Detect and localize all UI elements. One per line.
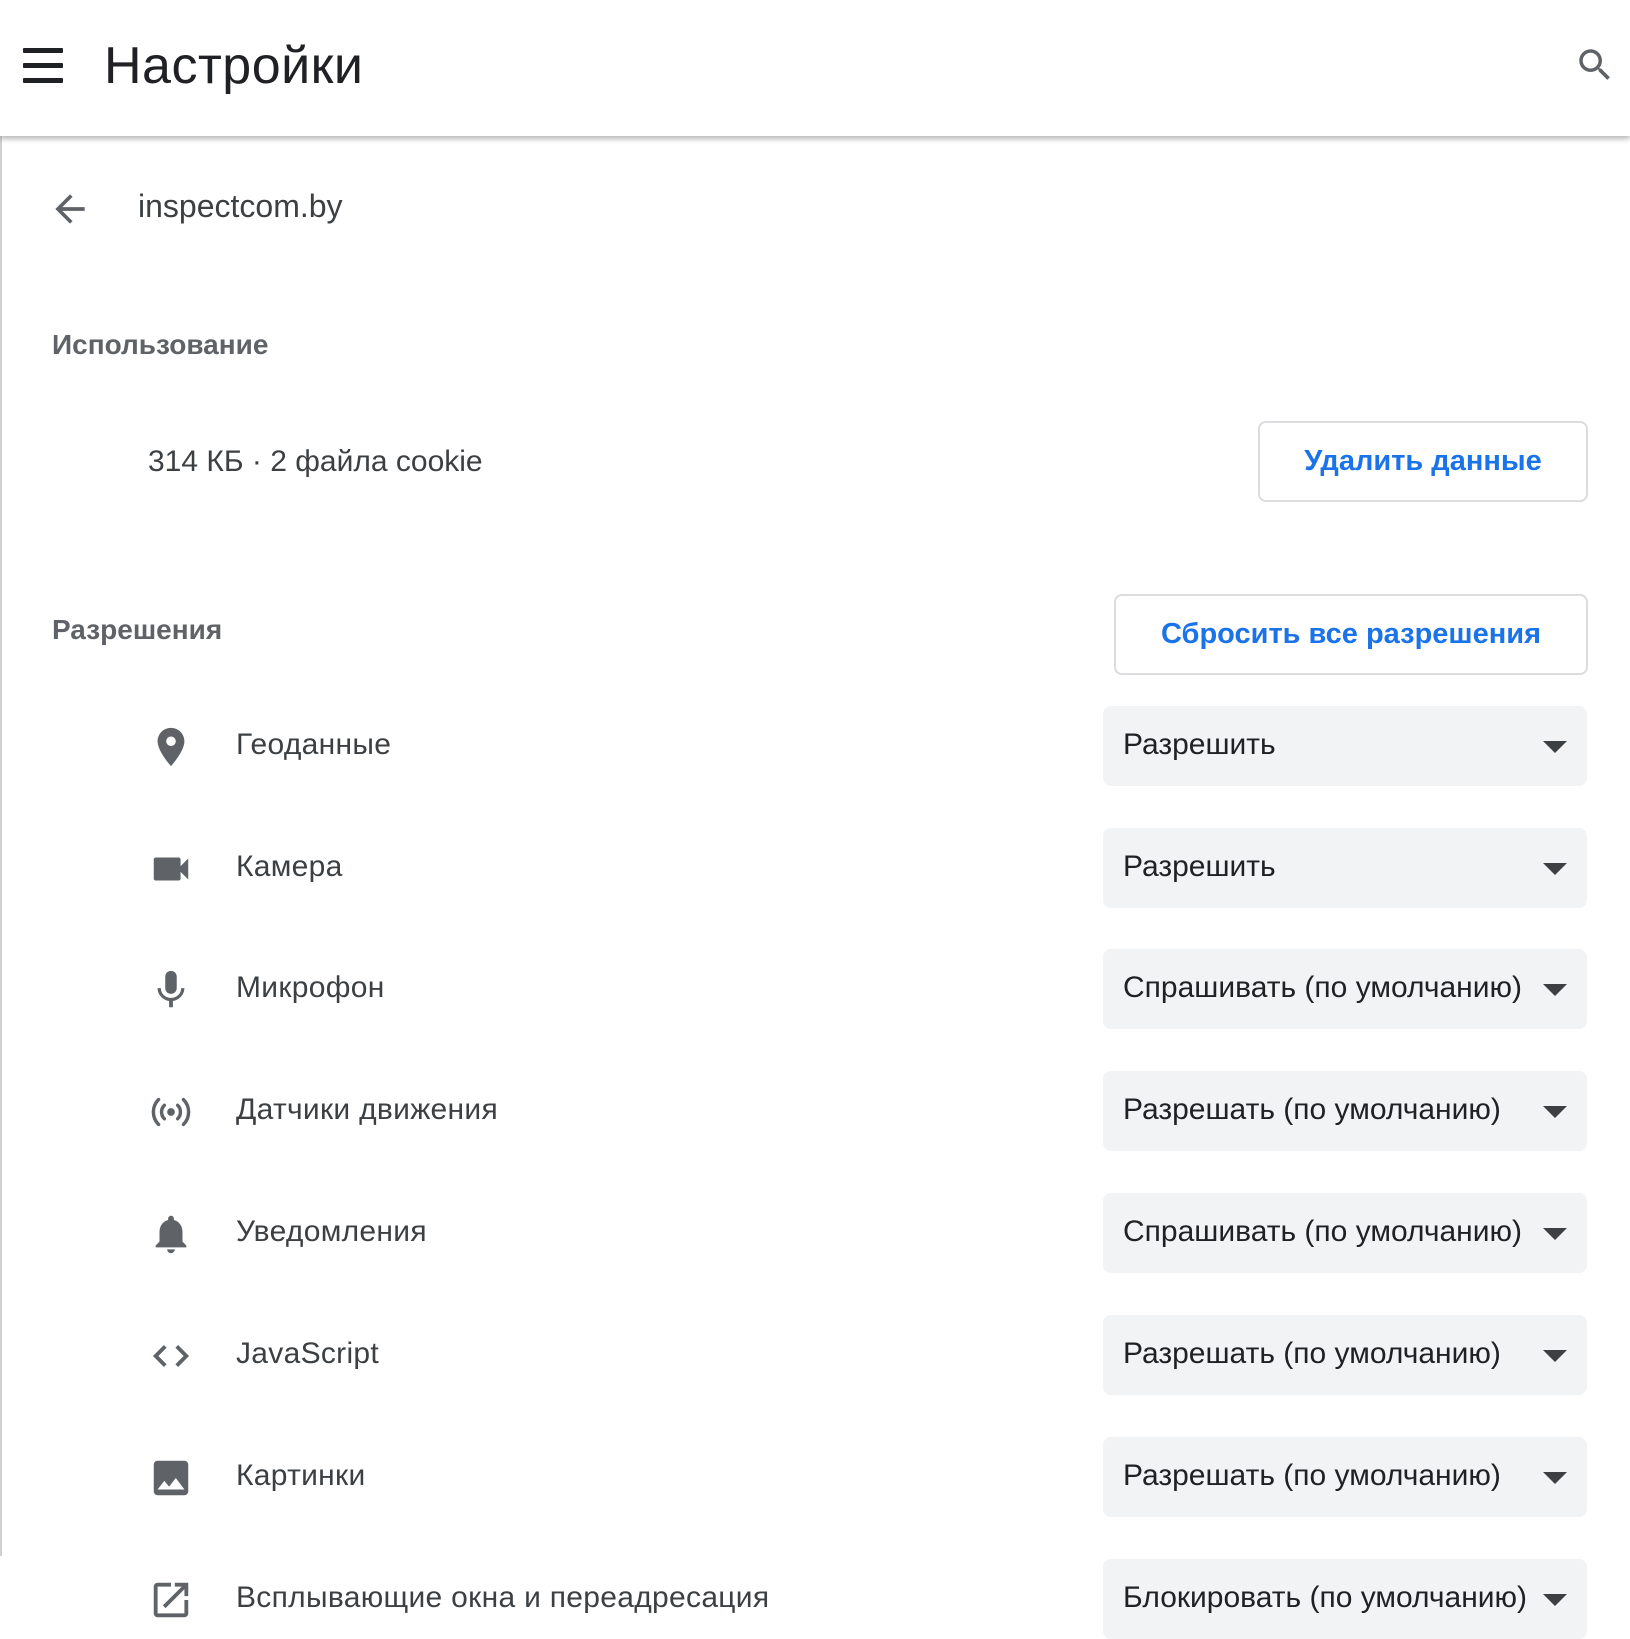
image-icon xyxy=(153,1460,189,1496)
hamburger-menu-icon[interactable] xyxy=(23,48,63,84)
permission-select-javascript[interactable]: Разрешать (по умолчанию) xyxy=(1103,1315,1587,1395)
permission-row-motion-sensors: Датчики движения Разрешать (по умолчанию… xyxy=(0,1071,1630,1151)
site-settings-panel: inspectcom.by Использование 314 КБ · 2 ф… xyxy=(0,136,1630,1639)
permission-select-camera[interactable]: Разрешить xyxy=(1103,828,1587,908)
select-value: Разрешать (по умолчанию) xyxy=(1123,1337,1501,1370)
dropdown-arrow-icon xyxy=(1543,1228,1567,1240)
permission-row-microphone: Микрофон Спрашивать (по умолчанию) xyxy=(0,949,1630,1029)
usage-heading: Использование xyxy=(52,329,269,360)
select-value: Разрешить xyxy=(1123,728,1276,761)
reset-permissions-button[interactable]: Сбросить все разрешения xyxy=(1114,594,1588,675)
permissions-heading: Разрешения xyxy=(52,614,223,645)
motion-sensors-icon xyxy=(151,1097,191,1127)
select-value: Разрешать (по умолчанию) xyxy=(1123,1093,1501,1126)
permission-label: Геоданные xyxy=(236,728,392,761)
permission-row-camera: Камера Разрешить xyxy=(0,828,1630,908)
permission-row-location: Геоданные Разрешить xyxy=(0,706,1630,786)
dropdown-arrow-icon xyxy=(1543,863,1567,875)
permission-label: Всплывающие окна и переадресация xyxy=(236,1581,770,1614)
permission-select-location[interactable]: Разрешить xyxy=(1103,706,1587,786)
site-name: inspectcom.by xyxy=(138,188,343,224)
microphone-icon xyxy=(157,970,185,1008)
dropdown-arrow-icon xyxy=(1543,741,1567,753)
permission-select-popups[interactable]: Блокировать (по умолчанию) xyxy=(1103,1559,1587,1639)
permission-row-images: Картинки Разрешать (по умолчанию) xyxy=(0,1437,1630,1517)
dropdown-arrow-icon xyxy=(1543,1594,1567,1606)
permission-select-motion-sensors[interactable]: Разрешать (по умолчанию) xyxy=(1103,1071,1587,1151)
clear-data-button[interactable]: Удалить данные xyxy=(1258,421,1588,502)
select-value: Блокировать (по умолчанию) xyxy=(1123,1581,1528,1614)
permission-select-microphone[interactable]: Спрашивать (по умолчанию) xyxy=(1103,949,1587,1029)
code-icon xyxy=(152,1345,190,1367)
permission-label: JavaScript xyxy=(236,1337,380,1370)
usage-summary: 314 КБ · 2 файла cookie xyxy=(148,445,483,478)
permission-label: Уведомления xyxy=(236,1215,427,1248)
permission-row-javascript: JavaScript Разрешать (по умолчанию) xyxy=(0,1315,1630,1395)
select-value: Разрешать (по умолчанию) xyxy=(1123,1459,1501,1492)
bell-icon xyxy=(155,1215,187,1254)
location-pin-icon xyxy=(157,727,185,767)
dropdown-arrow-icon xyxy=(1543,1106,1567,1118)
permission-select-images[interactable]: Разрешать (по умолчанию) xyxy=(1103,1437,1587,1517)
permission-row-popups: Всплывающие окна и переадресация Блокиро… xyxy=(0,1559,1630,1639)
permission-select-notifications[interactable]: Спрашивать (по умолчанию) xyxy=(1103,1193,1587,1273)
permission-label: Камера xyxy=(236,850,343,883)
dropdown-arrow-icon xyxy=(1543,1350,1567,1362)
camera-icon xyxy=(153,857,189,881)
permission-row-notifications: Уведомления Спрашивать (по умолчанию) xyxy=(0,1193,1630,1273)
permission-label: Датчики движения xyxy=(236,1093,499,1126)
permission-label: Картинки xyxy=(236,1459,366,1492)
page-title: Настройки xyxy=(104,37,364,95)
permission-label: Микрофон xyxy=(236,971,385,1004)
select-value: Разрешить xyxy=(1123,850,1276,883)
dropdown-arrow-icon xyxy=(1543,984,1567,996)
select-value: Спрашивать (по умолчанию) xyxy=(1123,1215,1522,1248)
arrow-back-icon[interactable] xyxy=(48,187,92,231)
search-icon[interactable] xyxy=(1574,44,1616,86)
app-bar: Настройки xyxy=(0,0,1630,136)
open-in-new-icon xyxy=(153,1582,189,1618)
dropdown-arrow-icon xyxy=(1543,1472,1567,1484)
select-value: Спрашивать (по умолчанию) xyxy=(1123,971,1522,1004)
